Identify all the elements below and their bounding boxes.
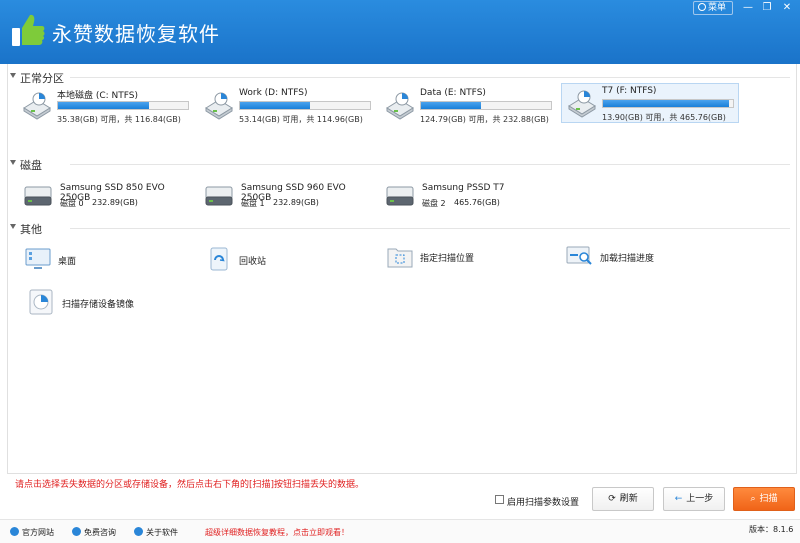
hard-disk-icon [205, 186, 233, 206]
tutorial-promo-link[interactable]: 超级详细数据恢复教程，点击立即观看！ [205, 527, 349, 538]
scan-params-label: 启用扫描参数设置 [507, 498, 580, 508]
partition-capacity: 35.38(GB) 可用，共 116.84(GB) [57, 115, 181, 124]
restore-button[interactable]: ❐ [757, 1, 777, 15]
partition-usage-bar [602, 99, 734, 108]
disk-index: 磁盘 2 [422, 199, 446, 208]
chat-icon [72, 527, 81, 536]
partition-usage-bar [239, 101, 371, 110]
partition-drive-icon [23, 92, 51, 120]
back-label: 上一步 [686, 494, 714, 504]
minimize-button[interactable]: — [738, 1, 758, 15]
scan-button[interactable]: ⌕ 扫描 [733, 487, 795, 511]
partition-drive-icon [386, 92, 414, 120]
partition-item[interactable]: Data (E: NTFS) 124.79(GB) 可用，共 232.88(GB) [380, 86, 558, 126]
partition-name: 本地磁盘 (C: NTFS) [57, 91, 139, 101]
collapse-caret-icon [10, 160, 16, 165]
refresh-button[interactable]: ⟳ 刷新 [592, 487, 654, 511]
disk-name: Samsung PSSD T7 [422, 183, 505, 193]
divider [70, 164, 790, 165]
app-logo-icon [12, 14, 45, 46]
other-item-disk-image[interactable]: 扫描存储设备镜像 [28, 289, 188, 315]
other-item-label: 回收站 [239, 257, 267, 267]
refresh-icon: ⟳ [608, 494, 616, 504]
partition-usage-fill [603, 100, 730, 107]
about-label: 关于软件 [146, 528, 178, 537]
recycle-bin-icon [210, 247, 228, 271]
other-item-recycle-bin[interactable]: 回收站 [205, 246, 345, 272]
divider [70, 77, 790, 78]
title-bar: 永赞数据恢复软件 菜单 — ❐ ✕ [0, 0, 800, 64]
menu-button[interactable]: 菜单 [693, 1, 733, 15]
disk-size: 232.89(GB) [92, 198, 138, 207]
desktop-icon [25, 248, 51, 269]
partition-capacity: 13.90(GB) 可用，共 465.76(GB) [602, 113, 726, 122]
refresh-label: 刷新 [619, 494, 638, 504]
partition-item[interactable]: 本地磁盘 (C: NTFS) 35.38(GB) 可用，共 116.84(GB) [17, 86, 195, 126]
partition-drive-icon [205, 92, 233, 120]
instruction-hint: 请点击选择丢失数据的分区或存储设备，然后点击右下角的[扫描]按钮扫描丢失的数据。 [15, 480, 365, 490]
other-item-label: 桌面 [58, 257, 77, 267]
scan-icon: ⌕ [750, 494, 756, 504]
consult-label: 免费咨询 [84, 528, 116, 537]
section-title: 正常分区 [20, 72, 64, 85]
info-icon [134, 527, 143, 536]
section-title: 其他 [20, 223, 42, 236]
collapse-caret-icon [10, 224, 16, 229]
load-progress-icon [566, 246, 592, 265]
partition-name: Work (D: NTFS) [239, 88, 308, 98]
version-label: 版本：8.1.6 [749, 525, 794, 534]
section-title: 磁盘 [20, 159, 42, 172]
partition-item[interactable]: Work (D: NTFS) 53.14(GB) 可用，共 114.96(GB) [199, 86, 377, 126]
other-item-label: 扫描存储设备镜像 [62, 300, 135, 310]
other-item-label: 加载扫描进度 [600, 254, 655, 264]
app-title: 永赞数据恢复软件 [52, 22, 220, 46]
about-link[interactable]: 关于软件 [134, 527, 178, 538]
section-disks[interactable]: 磁盘 [10, 157, 790, 172]
other-item-load-progress[interactable]: 加载扫描进度 [566, 243, 716, 269]
back-button[interactable]: ← 上一步 [663, 487, 725, 511]
disk-item[interactable]: Samsung SSD 960 EVO 250GB 磁盘 1 232.89(GB) [201, 181, 376, 211]
scan-label: 扫描 [759, 494, 778, 504]
arrow-left-icon: ← [674, 494, 683, 504]
partition-usage-fill [240, 102, 311, 109]
disk-item[interactable]: Samsung PSSD T7 磁盘 2 465.76(GB) [382, 181, 557, 211]
partition-name: T7 (F: NTFS) [602, 86, 657, 96]
partition-usage-bar [57, 101, 189, 110]
menu-label: 菜单 [708, 3, 727, 13]
partition-drive-icon [568, 90, 596, 118]
partition-usage-fill [58, 102, 149, 109]
hard-disk-icon [24, 186, 52, 206]
other-item-scan-location[interactable]: 指定扫描位置 [386, 243, 536, 269]
website-link[interactable]: 官方网站 [10, 527, 54, 538]
disk-image-icon [29, 289, 53, 315]
disk-item[interactable]: Samsung SSD 850 EVO 250GB 磁盘 0 232.89(GB) [20, 181, 195, 211]
section-partitions[interactable]: 正常分区 [10, 70, 790, 85]
disk-index: 磁盘 1 [241, 199, 265, 208]
scan-params-checkbox[interactable] [495, 495, 504, 504]
other-item-desktop[interactable]: 桌面 [24, 246, 164, 272]
folder-scan-icon [387, 248, 413, 268]
partition-capacity: 53.14(GB) 可用，共 114.96(GB) [239, 115, 363, 124]
partition-usage-fill [421, 102, 481, 109]
hard-disk-icon [386, 186, 414, 206]
section-others[interactable]: 其他 [10, 221, 790, 236]
divider [70, 228, 790, 229]
partition-usage-bar [420, 101, 552, 110]
home-icon [10, 527, 19, 536]
menu-icon [698, 3, 706, 11]
disk-size: 232.89(GB) [273, 198, 319, 207]
close-button[interactable]: ✕ [777, 1, 797, 15]
partition-name: Data (E: NTFS) [420, 88, 486, 98]
status-bar: 官方网站 免费咨询 关于软件 超级详细数据恢复教程，点击立即观看！ 版本：8.1… [0, 519, 800, 543]
partition-item[interactable]: T7 (F: NTFS) 13.90(GB) 可用，共 465.76(GB) [561, 83, 739, 123]
collapse-caret-icon [10, 73, 16, 78]
disk-size: 465.76(GB) [454, 198, 500, 207]
other-item-label: 指定扫描位置 [420, 254, 475, 264]
consult-link[interactable]: 免费咨询 [72, 527, 116, 538]
partition-capacity: 124.79(GB) 可用，共 232.88(GB) [420, 115, 549, 124]
disk-index: 磁盘 0 [60, 199, 84, 208]
website-label: 官方网站 [22, 528, 54, 537]
